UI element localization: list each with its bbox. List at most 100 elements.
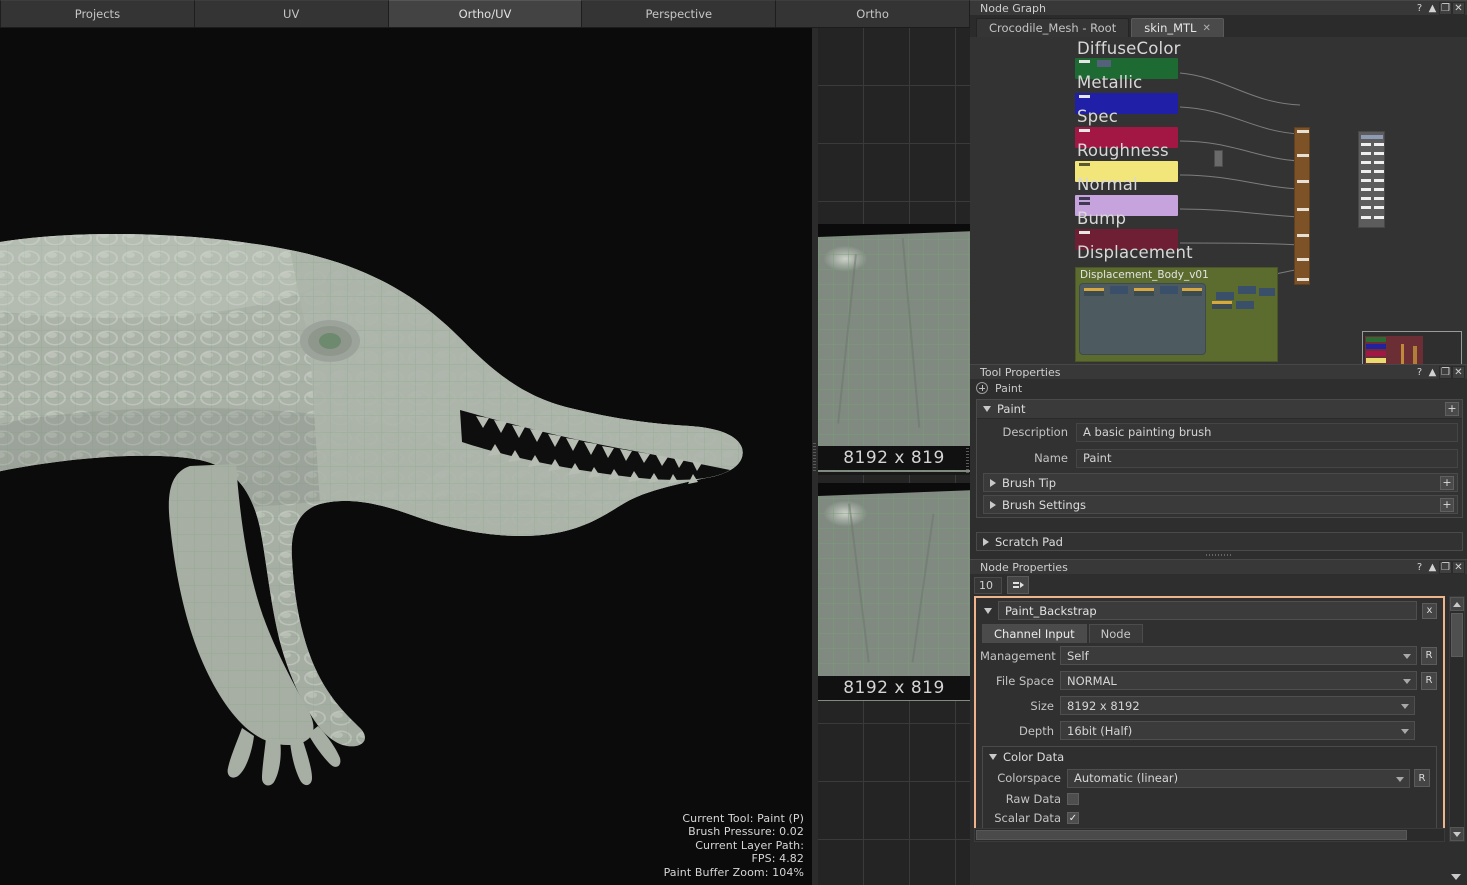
collapse-icon[interactable]: ▲ <box>1426 561 1439 574</box>
dock-splitter-grip[interactable] <box>970 551 1467 559</box>
node-material-output[interactable] <box>1294 127 1310 285</box>
file-space-combo[interactable]: NORMAL <box>1060 671 1417 690</box>
node-group-displacement-body[interactable]: Displacement_Body_v01 <box>1075 267 1278 362</box>
node-stack-list[interactable] <box>1358 131 1385 228</box>
node-label-spec: Spec <box>1077 107 1118 126</box>
management-reset-button[interactable]: R <box>1421 646 1437 665</box>
management-row: Management Self R <box>976 643 1443 668</box>
help-icon[interactable]: ? <box>1413 2 1426 15</box>
hud-line-layer-path: Current Layer Path: <box>695 838 804 852</box>
name-label: Name <box>1034 451 1068 465</box>
description-field[interactable]: A basic painting brush <box>1076 422 1458 442</box>
unpin-icon[interactable] <box>1007 576 1029 594</box>
unpin-glyph <box>1013 582 1024 588</box>
paint-group-label: Paint <box>997 402 1026 416</box>
tab-projects[interactable]: Projects <box>0 0 195 27</box>
chevron-right-icon <box>990 478 996 487</box>
scroll-down-arrow-icon[interactable] <box>1450 827 1464 841</box>
collapse-icon[interactable]: ▲ <box>1426 2 1439 15</box>
management-label: Management <box>980 648 1056 663</box>
splitter-grip-icon <box>813 442 816 471</box>
scratch-pad-section[interactable]: Scratch Pad <box>976 532 1463 551</box>
colorspace-reset-button[interactable]: R <box>1414 769 1430 787</box>
color-data-header[interactable]: Color Data <box>983 747 1436 766</box>
node-properties-vertical-scrollbar[interactable] <box>1449 596 1465 842</box>
uv-panel-grip-icon[interactable] <box>966 448 969 474</box>
node-close-button[interactable]: x <box>1422 602 1437 619</box>
node-graph-tab-skin-mtl[interactable]: skin_MTL ✕ <box>1131 18 1224 37</box>
eye <box>300 320 360 362</box>
node-passthrough[interactable] <box>1214 150 1223 167</box>
uv-tile-2[interactable] <box>818 483 970 701</box>
size-value: 8192 x 8192 <box>1067 698 1140 713</box>
tab-label: Crocodile_Mesh - Root <box>989 21 1117 35</box>
colorspace-value: Automatic (linear) <box>1074 771 1179 785</box>
paint-group-header[interactable]: Paint + <box>977 400 1462 419</box>
node-name-field[interactable]: Paint_Backstrap <box>998 601 1417 620</box>
name-row: Name Paint <box>977 445 1462 471</box>
colorspace-combo[interactable]: Automatic (linear) <box>1067 768 1410 788</box>
close-icon[interactable]: ✕ <box>1452 2 1465 15</box>
description-row: Description A basic painting brush <box>977 419 1462 445</box>
brush-settings-section[interactable]: Brush Settings + <box>983 495 1458 514</box>
node-title-row: Paint_Backstrap x <box>976 598 1443 621</box>
node-properties-scroll-area[interactable]: Paint_Backstrap x Channel Input Node Man… <box>972 596 1467 842</box>
file-space-reset-button[interactable]: R <box>1421 671 1437 690</box>
paint-group-add-button[interactable]: + <box>1445 402 1459 416</box>
tab-ortho[interactable]: Ortho <box>776 0 970 27</box>
node-properties-title-bar: Node Properties ? ▲ ❐ ✕ <box>970 559 1467 574</box>
tab-close-icon[interactable]: ✕ <box>1202 23 1210 34</box>
raw-data-checkbox[interactable] <box>1067 793 1079 805</box>
close-icon[interactable]: ✕ <box>1452 561 1465 574</box>
collapse-icon[interactable]: ▲ <box>1426 366 1439 379</box>
float-icon[interactable]: ❐ <box>1439 561 1452 574</box>
brush-settings-label: Brush Settings <box>1002 497 1087 512</box>
uv-tile-1[interactable] <box>818 224 970 472</box>
scalar-data-label: Scalar Data <box>994 811 1061 825</box>
pin-count-field[interactable]: 10 <box>974 576 1002 594</box>
uv-tile-panel[interactable]: 8192 x 819 8192 x 819 <box>818 28 970 885</box>
scrollbar-thumb[interactable] <box>1451 613 1463 657</box>
tab-channel-input[interactable]: Channel Input <box>982 624 1087 643</box>
size-label: Size <box>1030 698 1054 713</box>
node-graph-tab-root[interactable]: Crocodile_Mesh - Root <box>976 18 1130 37</box>
brush-tip-section[interactable]: Brush Tip + <box>983 473 1458 492</box>
help-icon[interactable]: ? <box>1413 561 1426 574</box>
node-graph-canvas[interactable]: DiffuseColor Metallic Spec Roughness Nor… <box>970 37 1467 364</box>
crocodile-model-render <box>0 28 812 885</box>
plus-circle-icon[interactable] <box>976 382 988 394</box>
node-properties-horizontal-scrollbar[interactable] <box>974 828 1445 842</box>
brush-tip-add-button[interactable]: + <box>1440 476 1454 490</box>
dock-expand-arrow-icon[interactable] <box>1449 871 1463 883</box>
tab-label: UV <box>283 7 300 21</box>
color-data-group: Color Data Colorspace Automatic (linear)… <box>982 746 1437 829</box>
tab-ortho-uv[interactable]: Ortho/UV <box>388 0 583 27</box>
active-tool-row[interactable]: Paint <box>970 379 1467 397</box>
float-icon[interactable]: ❐ <box>1439 366 1452 379</box>
tab-perspective[interactable]: Perspective <box>582 0 777 27</box>
node-graph-minimap[interactable] <box>1362 331 1462 364</box>
name-field[interactable]: Paint <box>1076 448 1458 468</box>
paint-group: Paint + Description A basic painting bru… <box>976 399 1463 518</box>
uv-tile-texture <box>818 224 970 472</box>
chevron-down-icon[interactable] <box>984 607 992 614</box>
float-icon[interactable]: ❐ <box>1439 2 1452 15</box>
depth-combo[interactable]: 16bit (Half) <box>1060 721 1415 740</box>
node-properties-toolbar: 10 <box>970 574 1467 596</box>
tab-node[interactable]: Node <box>1088 624 1143 643</box>
uv-tile-2-label: 8192 x 819 <box>818 676 970 700</box>
hscrollbar-thumb[interactable] <box>976 830 1408 840</box>
3d-viewport[interactable]: Current Tool: Paint (P) Brush Pressure: … <box>0 28 812 885</box>
brush-settings-add-button[interactable]: + <box>1440 498 1454 512</box>
chevron-down-icon <box>1403 654 1411 659</box>
management-combo[interactable]: Self <box>1060 646 1417 665</box>
size-combo[interactable]: 8192 x 8192 <box>1060 696 1415 715</box>
close-icon[interactable]: ✕ <box>1452 366 1465 379</box>
scalar-data-checkbox[interactable]: ✓ <box>1067 812 1079 824</box>
node-graph-window-buttons: ? ▲ ❐ ✕ <box>1413 2 1465 15</box>
scroll-up-arrow-icon[interactable] <box>1450 597 1464 611</box>
tool-properties-window-buttons: ? ▲ ❐ ✕ <box>1413 366 1465 379</box>
help-icon[interactable]: ? <box>1413 366 1426 379</box>
hud-line-fps: FPS: 4.82 <box>751 852 804 865</box>
tab-uv[interactable]: UV <box>194 0 389 27</box>
